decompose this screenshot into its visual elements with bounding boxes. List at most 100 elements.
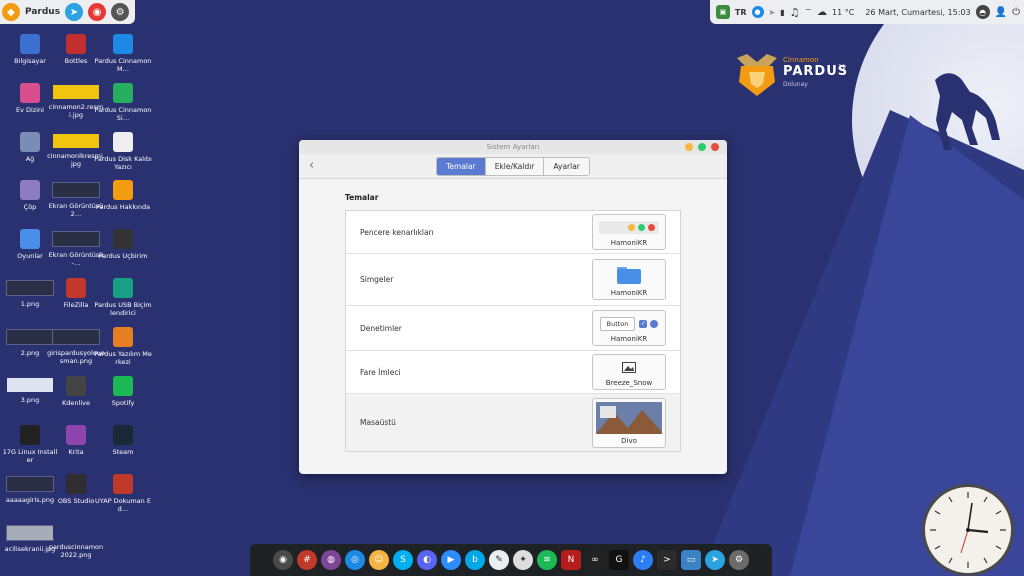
theme-value: Divo: [621, 436, 637, 445]
datetime-text[interactable]: 26 Mart, Cumartesi, 15:03: [865, 8, 970, 17]
pardus-icon: [113, 180, 133, 200]
row-label: Denetimler: [360, 323, 402, 333]
desktop-icon[interactable]: Pardus Uçbirim: [94, 229, 152, 260]
power-icon[interactable]: ⏻: [1012, 7, 1020, 18]
spotify-dock-icon[interactable]: ≋: [537, 550, 557, 570]
checkbox-preview-icon: ✓: [639, 319, 648, 328]
maximize-button[interactable]: [698, 143, 706, 151]
tor-icon[interactable]: ◍: [321, 550, 341, 570]
chrome-icon[interactable]: ◉: [273, 550, 293, 570]
notes-icon[interactable]: ✎: [489, 550, 509, 570]
home-folder-icon: [20, 83, 40, 103]
weather-text[interactable]: 11 °C: [832, 8, 854, 17]
bottles-icon: [66, 34, 86, 54]
music-icon[interactable]: ♫: [790, 6, 800, 19]
telegram-icon[interactable]: ➤: [705, 550, 725, 570]
desktop-icon-label: Pardus Hakkında: [95, 203, 151, 211]
radio-preview-icon: [650, 319, 659, 328]
discord-icon[interactable]: ◐: [417, 550, 437, 570]
desktop-icon-label: Pardus Cinnamon Si…: [94, 106, 152, 122]
software-center-icon: [113, 327, 133, 347]
image-thumb-icon: [53, 525, 99, 539]
obs-icon: [66, 474, 86, 494]
icon-theme-button[interactable]: HamoniKR: [592, 259, 666, 300]
window-border-preview-icon: [593, 218, 665, 237]
zoom-icon[interactable]: ▶: [441, 550, 461, 570]
keyboard-layout[interactable]: TR: [735, 8, 747, 17]
vlc-icon[interactable]: ∞: [585, 550, 605, 570]
desktop-icon[interactable]: Pardus Hakkında: [94, 180, 152, 211]
status-tray-icon[interactable]: ●: [751, 6, 764, 18]
desktop-icon[interactable]: Pardus Yazılım Merkezi: [94, 327, 152, 366]
grid-app-icon[interactable]: #: [297, 550, 317, 570]
tab-ekle-kaldir[interactable]: Ekle/Kaldır: [485, 157, 545, 175]
preview-sample-button: Button: [599, 316, 636, 331]
user-icon[interactable]: 👤: [995, 7, 1007, 18]
wifi-icon[interactable]: ⌔: [805, 7, 813, 17]
desktop-icon[interactable]: Pardus Cinnamon Si…: [94, 83, 152, 122]
gain-icon[interactable]: G: [609, 550, 629, 570]
desktop-icon-label: Pardus Yazılım Merkezi: [94, 350, 152, 366]
folder-preview-icon: [593, 263, 665, 287]
controls-preview: Button ✓: [593, 314, 665, 333]
panel-menu-label[interactable]: Pardus: [25, 7, 60, 17]
settings-panel-icon[interactable]: ⚙: [111, 3, 130, 21]
desktop-icon[interactable]: Pardus Disk Kalıbı Yazıcı: [94, 132, 152, 171]
close-button[interactable]: [711, 143, 719, 151]
tab-temalar[interactable]: Temalar: [437, 157, 486, 175]
desktop-icon[interactable]: Spotify: [94, 376, 152, 407]
screenshot-thumb-icon: [52, 182, 100, 198]
telegram-tray-icon[interactable]: ➤: [769, 8, 776, 17]
desktop-icon-label: Pardus USB Biçimlendirici: [94, 301, 152, 317]
skype-icon[interactable]: S: [393, 550, 413, 570]
theme-value: HamoniKR: [610, 239, 648, 247]
desktop-theme-button[interactable]: Divo: [592, 397, 666, 448]
window-border-theme-button[interactable]: HamoniKR: [592, 214, 666, 250]
desktop-icon-label: Pardus Disk Kalıbı Yazıcı: [94, 155, 152, 171]
back-arrow-icon[interactable]: ‹: [309, 158, 314, 173]
app-tray-icon[interactable]: ▣: [715, 5, 730, 19]
installer-icon: [20, 425, 40, 445]
notification-icon[interactable]: ▮: [780, 8, 784, 17]
usb-icon: [113, 278, 133, 298]
terminal-icon: [113, 229, 133, 249]
filezilla-icon: [66, 278, 86, 298]
screen-icon[interactable]: ▭: [681, 550, 701, 570]
chrome-panel-icon[interactable]: ◉: [88, 3, 107, 21]
top-panel-left: ◆ Pardus ➤ ◉ ⚙: [0, 0, 136, 24]
cursor-theme-button[interactable]: Breeze_Snow: [592, 354, 666, 390]
desktop-icon[interactable]: Steam: [94, 425, 152, 456]
safari-like-icon[interactable]: ◎: [345, 550, 365, 570]
user-avatar[interactable]: ◓: [975, 5, 990, 19]
theme-row-window-borders: Pencere kenarlıkları HamoniKR: [346, 211, 680, 254]
top-panel-right: ▣ TR ● ➤ ▮ ♫ ⌔ ☁ 11 °C 26 Mart, Cumartes…: [709, 0, 1024, 24]
settings-window: Sistem Ayarları ‹ Temalar Ekle/Kaldır Ay…: [299, 140, 727, 474]
desktop-icon[interactable]: UYAP Dokuman Ed…: [94, 474, 152, 513]
desktop-icon[interactable]: Pardus USB Biçimlendirici: [94, 278, 152, 317]
logo-line1: Cinnamon: [783, 56, 819, 64]
tab-ayarlar[interactable]: Ayarlar: [544, 157, 589, 175]
desktop-icon-label: Pardus Uçbirim: [98, 252, 148, 260]
desktop-icon[interactable]: parduscinnamon2022.png: [47, 523, 105, 559]
bounty-icon[interactable]: ☺: [369, 550, 389, 570]
play-icon: [113, 83, 133, 103]
controls-theme-button[interactable]: Button ✓ HamoniKR: [592, 310, 666, 346]
avidemux-icon[interactable]: ✦: [513, 550, 533, 570]
lion-logo-icon: [737, 54, 777, 96]
voice-icon[interactable]: ♪: [633, 550, 653, 570]
folder-icon: [20, 229, 40, 249]
pardus-menu-icon[interactable]: ◆: [2, 3, 20, 21]
window-titlebar[interactable]: Sistem Ayarları: [299, 140, 727, 154]
theme-list: Pencere kenarlıkları HamoniKR Simgeler H…: [345, 210, 681, 452]
minimize-button[interactable]: [685, 143, 693, 151]
desktop-icon[interactable]: Pardus Cinnamon M…: [94, 34, 152, 73]
netflix-icon[interactable]: N: [561, 550, 581, 570]
theme-row-cursor: Fare İmleci Breeze_Snow: [346, 351, 680, 394]
terminal-dock-icon[interactable]: >: [657, 550, 677, 570]
telegram-panel-icon[interactable]: ➤: [65, 3, 84, 21]
settings-icon[interactable]: ⚙: [729, 550, 749, 570]
pardus-logo: Cinnamon PARDUS 21 Dolunay: [735, 52, 847, 98]
weather-icon[interactable]: ☁: [817, 7, 827, 18]
bip-icon[interactable]: b: [465, 550, 485, 570]
spotify-icon: [113, 376, 133, 396]
